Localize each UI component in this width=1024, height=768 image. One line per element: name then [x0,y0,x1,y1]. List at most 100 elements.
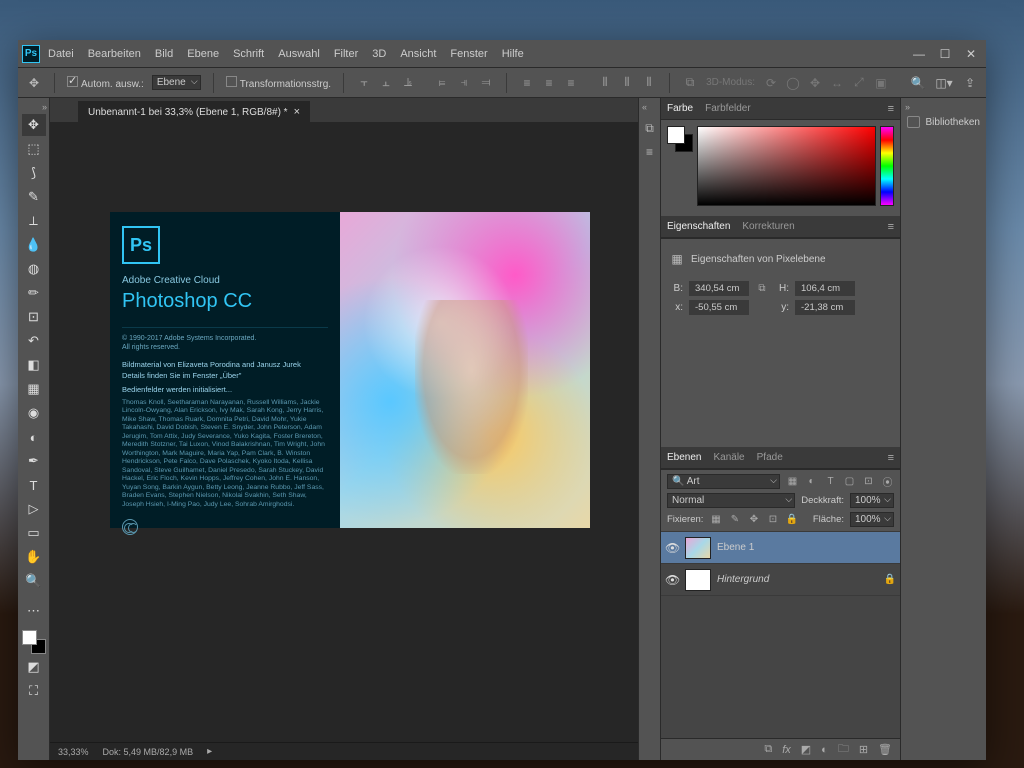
panel-menu-icon[interactable]: ≡ [888,103,894,115]
tab-farbfelder[interactable]: Farbfelder [705,103,751,114]
lock-all-icon[interactable]: 🔒 [785,513,798,526]
menu-ansicht[interactable]: Ansicht [400,48,436,60]
healing-tool[interactable]: ◍ [22,258,46,280]
color-panel-swatches[interactable] [667,126,693,152]
quickmask-tool[interactable]: ◩ [22,656,46,678]
lock-move-icon[interactable]: ✥ [747,513,760,526]
auto-select-checkbox[interactable]: Autom. ausw.: [67,76,144,90]
zoom-tool[interactable]: 🔍 [22,570,46,592]
auto-select-dropdown[interactable]: Ebene [152,75,201,90]
tab-kanaele[interactable]: Kanäle [713,452,744,463]
delete-layer-icon[interactable]: 🗑 [878,743,892,756]
dock-history-icon[interactable]: ⧉ [642,120,658,136]
tab-farbe[interactable]: Farbe [667,103,693,114]
3d-orbit-icon[interactable]: ⟳ [763,75,779,91]
auto-align-icon[interactable]: ⧉ [682,75,698,91]
3d-camera-icon[interactable]: ▣ [873,75,889,91]
align-vcenter-icon[interactable]: ⫠ [378,75,394,91]
doc-size[interactable]: Dok: 5,49 MB/82,9 MB [103,747,194,757]
dodge-tool[interactable]: ◐ [22,426,46,448]
lock-artboard-icon[interactable]: ⊡ [766,513,779,526]
dist-left-icon[interactable]: ⦀ [597,75,613,91]
filter-smart-icon[interactable]: ⊡ [862,475,875,488]
menu-hilfe[interactable]: Hilfe [502,48,524,60]
stamp-tool[interactable]: ⊡ [22,306,46,328]
path-select-tool[interactable]: ▷ [22,498,46,520]
lock-pixels-icon[interactable]: ▦ [709,513,722,526]
align-right-icon[interactable]: ⫤ [478,75,494,91]
dist-right-icon[interactable]: ⦀ [641,75,657,91]
3d-roll-icon[interactable]: ◯ [785,75,801,91]
x-value[interactable]: -50,55 cm [689,300,749,315]
move-tool[interactable]: ✥ [22,114,46,136]
menu-schrift[interactable]: Schrift [233,48,264,60]
transform-controls-checkbox[interactable]: Transformationsstrg. [226,76,331,90]
y-value[interactable]: -21,38 cm [795,300,855,315]
brush-tool[interactable]: ✏ [22,282,46,304]
fill-value[interactable]: 100% [850,512,894,527]
type-tool[interactable]: T [22,474,46,496]
edit-toolbar[interactable]: ⋯ [22,600,46,622]
tab-korrekturen[interactable]: Korrekturen [742,221,794,232]
panel-menu-icon[interactable]: ≡ [888,452,894,464]
layer-filter-dropdown[interactable]: 🔍 Art [667,474,780,489]
layer-row[interactable]: 👁 Ebene 1 [661,532,900,564]
filter-type-icon[interactable]: T [824,475,837,488]
align-left-icon[interactable]: ⫢ [434,75,450,91]
mask-icon[interactable]: ◩ [801,743,811,756]
panel-menu-icon[interactable]: ≡ [888,221,894,233]
layer-thumbnail[interactable] [685,537,711,559]
close-icon[interactable]: ✕ [964,47,978,61]
move-tool-icon[interactable]: ✥ [26,75,42,91]
dock-expand-icon[interactable]: « [642,102,647,112]
screenmode-tool[interactable]: ⛶ [22,680,46,702]
maximize-icon[interactable]: ☐ [938,47,952,61]
align-top-icon[interactable]: ⫟ [356,75,372,91]
opacity-value[interactable]: 100% [850,493,894,508]
filter-adjust-icon[interactable]: ◐ [805,475,818,488]
column-collapse-icon[interactable]: » [901,102,986,112]
visibility-toggle-icon[interactable]: 👁 [665,573,679,587]
canvas[interactable]: Ps Adobe Creative Cloud Photoshop CC © 1… [50,122,638,742]
visibility-toggle-icon[interactable]: 👁 [665,541,679,555]
menu-auswahl[interactable]: Auswahl [278,48,320,60]
3d-slide-icon[interactable]: ↔ [829,75,845,91]
lasso-tool[interactable]: ⟆ [22,162,46,184]
hue-slider[interactable] [880,126,894,206]
tab-ebenen[interactable]: Ebenen [667,452,701,463]
gradient-tool[interactable]: ▦ [22,378,46,400]
menu-fenster[interactable]: Fenster [450,48,487,60]
filter-shape-icon[interactable]: ▢ [843,475,856,488]
blur-tool[interactable]: ◉ [22,402,46,424]
layer-thumbnail[interactable] [685,569,711,591]
height-value[interactable]: 106,4 cm [795,281,855,296]
eyedropper-tool[interactable]: 💧 [22,234,46,256]
filter-toggle-icon[interactable]: ⦿ [881,475,894,488]
group-icon[interactable]: 🗀 [838,740,849,759]
crop-tool[interactable]: ⟂ [22,210,46,232]
tab-pfade[interactable]: Pfade [757,452,783,463]
hand-tool[interactable]: ✋ [22,546,46,568]
color-picker-field[interactable] [697,126,876,206]
tab-eigenschaften[interactable]: Eigenschaften [667,221,730,232]
fg-color-swatch[interactable] [22,630,37,645]
layer-row[interactable]: 👁 Hintergrund 🔒 [661,564,900,596]
share-icon[interactable]: ⇪ [962,75,978,91]
aspect-link-icon[interactable]: ⧉ [755,283,769,294]
eraser-tool[interactable]: ◧ [22,354,46,376]
menu-ebene[interactable]: Ebene [187,48,219,60]
dist-hcenter-icon[interactable]: ⦀ [619,75,635,91]
toolbar-expand-icon[interactable]: » [42,102,47,112]
menu-bearbeiten[interactable]: Bearbeiten [88,48,141,60]
dock-ruler-icon[interactable]: ≡ [642,144,658,160]
status-menu-arrow-icon[interactable]: ▸ [207,746,212,757]
color-swatch-tool[interactable] [22,630,46,654]
dist-bottom-icon[interactable]: ≡ [563,75,579,91]
dist-top-icon[interactable]: ≡ [519,75,535,91]
workspace-icon[interactable]: ◫▾ [936,75,952,91]
zoom-level[interactable]: 33,33% [58,747,89,757]
adjustment-icon[interactable]: ◐ [821,744,828,756]
align-bottom-icon[interactable]: ⫡ [400,75,416,91]
history-brush-tool[interactable]: ↶ [22,330,46,352]
lock-icon[interactable]: 🔒 [884,574,896,585]
